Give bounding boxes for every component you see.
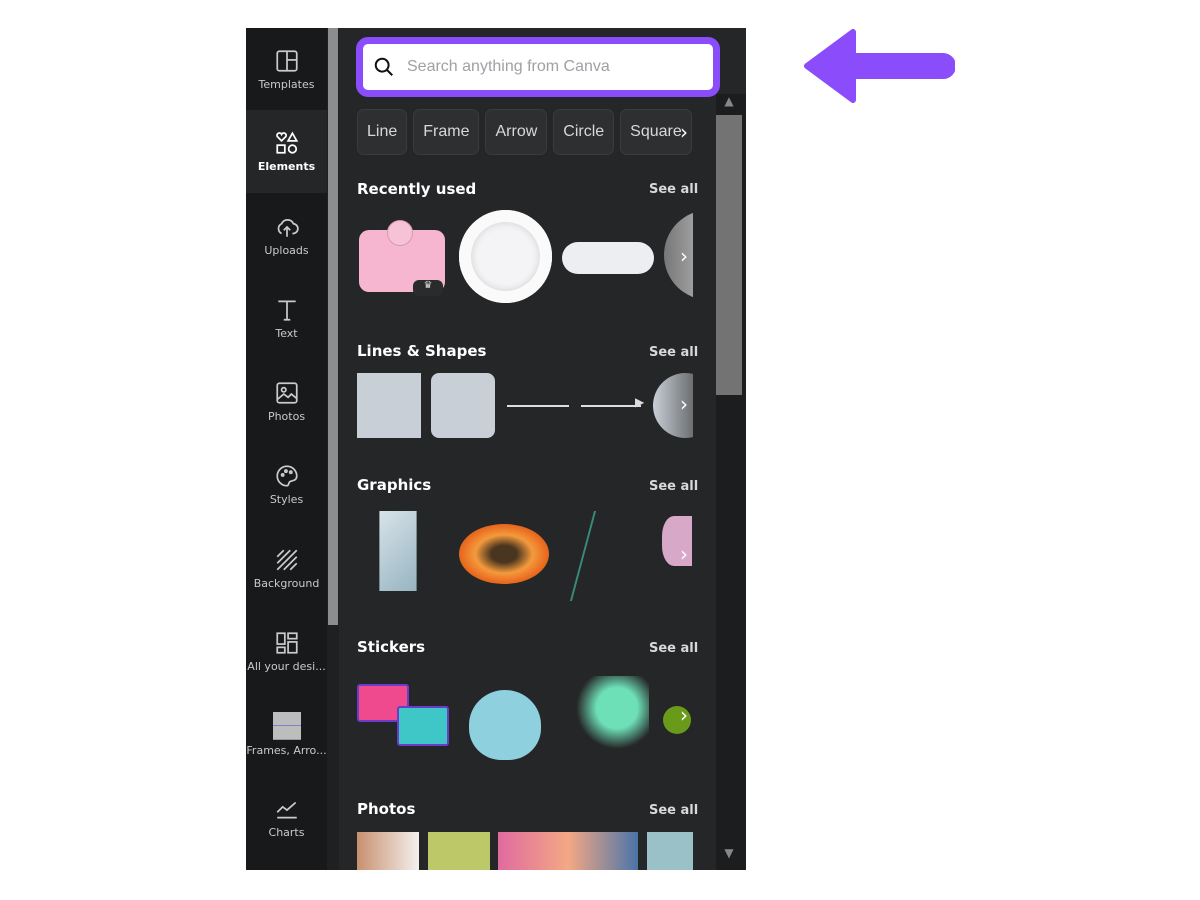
sidebar-item-text[interactable]: Text	[246, 277, 327, 360]
sidebar: Templates Elements Uploads Text Photos S…	[246, 28, 327, 870]
sidebar-item-photos[interactable]: Photos	[246, 360, 327, 443]
panel-scrollbar[interactable]: ▲ ▼	[716, 94, 746, 870]
scroll-up-icon[interactable]: ▲	[716, 94, 742, 114]
stickers-row	[357, 668, 693, 768]
frame-thumbnail-icon	[272, 712, 301, 740]
section-title: Photos	[357, 800, 416, 818]
search-icon	[374, 57, 393, 76]
sidebar-item-label: Background	[253, 577, 320, 590]
chip-line[interactable]: Line	[357, 109, 408, 155]
chip-arrow[interactable]: Arrow	[485, 109, 548, 155]
sidebar-item-uploads[interactable]: Uploads	[246, 194, 327, 277]
ornament-sticker[interactable]	[469, 690, 541, 760]
section-title: Lines & Shapes	[357, 342, 487, 360]
grid-icon	[275, 632, 298, 654]
branch-graphic[interactable]	[569, 511, 655, 601]
sidebar-item-all-your-designs[interactable]: All your desi...	[246, 610, 327, 693]
chip-frame[interactable]: Frame	[413, 109, 480, 155]
image-icon	[275, 382, 298, 404]
section-title: Stickers	[357, 638, 426, 656]
scrollbar-thumb[interactable]	[716, 115, 742, 395]
graphics-row	[357, 506, 693, 601]
text-icon	[277, 300, 296, 321]
chevron-right-icon[interactable]: ›	[680, 120, 688, 144]
photo-thumbnail[interactable]	[357, 832, 419, 870]
video-call-window	[397, 706, 449, 746]
photo-thumbnail[interactable]	[428, 832, 490, 870]
sidebar-item-background[interactable]: Background	[246, 527, 327, 610]
isometric-letter-graphic[interactable]	[379, 511, 417, 591]
sidebar-item-label: Templates	[258, 78, 315, 91]
sidebar-item-charts[interactable]: Charts	[246, 776, 327, 859]
sidebar-item-label: Charts	[268, 826, 305, 839]
annotation-arrow-icon	[804, 29, 955, 103]
search-input[interactable]	[407, 58, 687, 76]
section-title: Recently used	[357, 180, 477, 198]
chevron-right-icon[interactable]: ›	[680, 392, 688, 416]
photo-thumbnail[interactable]	[498, 832, 638, 870]
chip-circle[interactable]: Circle	[553, 109, 615, 155]
shapes-icon	[275, 131, 298, 154]
white-circle-thumbnail[interactable]	[459, 210, 552, 303]
rounded-square-thumbnail[interactable]	[431, 373, 495, 438]
line-thumbnail[interactable]	[507, 405, 569, 407]
arrow-line-thumbnail[interactable]	[581, 405, 641, 407]
see-all-link[interactable]: See all	[649, 479, 698, 494]
sidebar-item-label: Uploads	[264, 244, 309, 257]
scroll-down-icon[interactable]: ▼	[716, 846, 742, 866]
sidebar-item-label: Photos	[267, 410, 306, 423]
crown-icon: ♛	[413, 280, 443, 296]
see-all-link[interactable]: See all	[649, 641, 698, 656]
chart-icon	[276, 801, 297, 819]
sidebar-item-label: Frames, Arro...	[246, 744, 327, 757]
sidebar-item-elements[interactable]: Elements	[246, 110, 327, 193]
sidebar-item-label: Elements	[257, 160, 316, 173]
sidebar-item-frames-arrows[interactable]: Frames, Arro...	[246, 693, 327, 776]
see-all-link[interactable]: See all	[649, 345, 698, 360]
suggestion-chips: Line Frame Arrow Circle Square	[357, 109, 692, 155]
chevron-right-icon[interactable]: ›	[680, 542, 688, 566]
white-pill-thumbnail[interactable]	[562, 242, 654, 274]
gradient-circle-thumbnail[interactable]	[664, 210, 693, 300]
sidebar-item-label: Text	[275, 327, 298, 340]
sidebar-scrollbar[interactable]	[327, 28, 339, 870]
papaya-graphic[interactable]	[459, 524, 549, 584]
stripes-icon	[276, 549, 297, 571]
photos-row	[357, 832, 693, 870]
circle-decoration	[387, 220, 413, 246]
palette-icon	[275, 465, 298, 487]
canva-editor-panel: Templates Elements Uploads Text Photos S…	[246, 28, 746, 870]
chevron-right-icon[interactable]: ›	[680, 703, 688, 727]
arrowhead-icon: ▶	[635, 395, 645, 409]
chevron-right-icon[interactable]: ›	[680, 244, 688, 268]
square-thumbnail[interactable]	[357, 373, 421, 438]
scrollbar-thumb[interactable]	[328, 28, 338, 625]
see-all-link[interactable]: See all	[649, 803, 698, 818]
sidebar-item-label: Styles	[269, 493, 304, 506]
sidebar-item-label: All your desi...	[247, 660, 326, 673]
cloud-upload-icon	[277, 218, 299, 237]
sidebar-item-styles[interactable]: Styles	[246, 443, 327, 526]
elements-panel: LineFrameArrowCircleSquare › Recently us…	[339, 28, 720, 870]
search-box[interactable]	[356, 37, 720, 97]
section-title: Graphics	[357, 476, 432, 494]
photo-thumbnail[interactable]	[647, 832, 693, 870]
leaf-sticker[interactable]	[569, 676, 649, 756]
lines-shapes-row: ▶	[357, 373, 693, 439]
see-all-link[interactable]: See all	[649, 182, 698, 197]
sidebar-item-templates[interactable]: Templates	[246, 28, 327, 111]
recently-used-row: ♛	[357, 210, 693, 305]
layout-icon	[275, 50, 298, 72]
